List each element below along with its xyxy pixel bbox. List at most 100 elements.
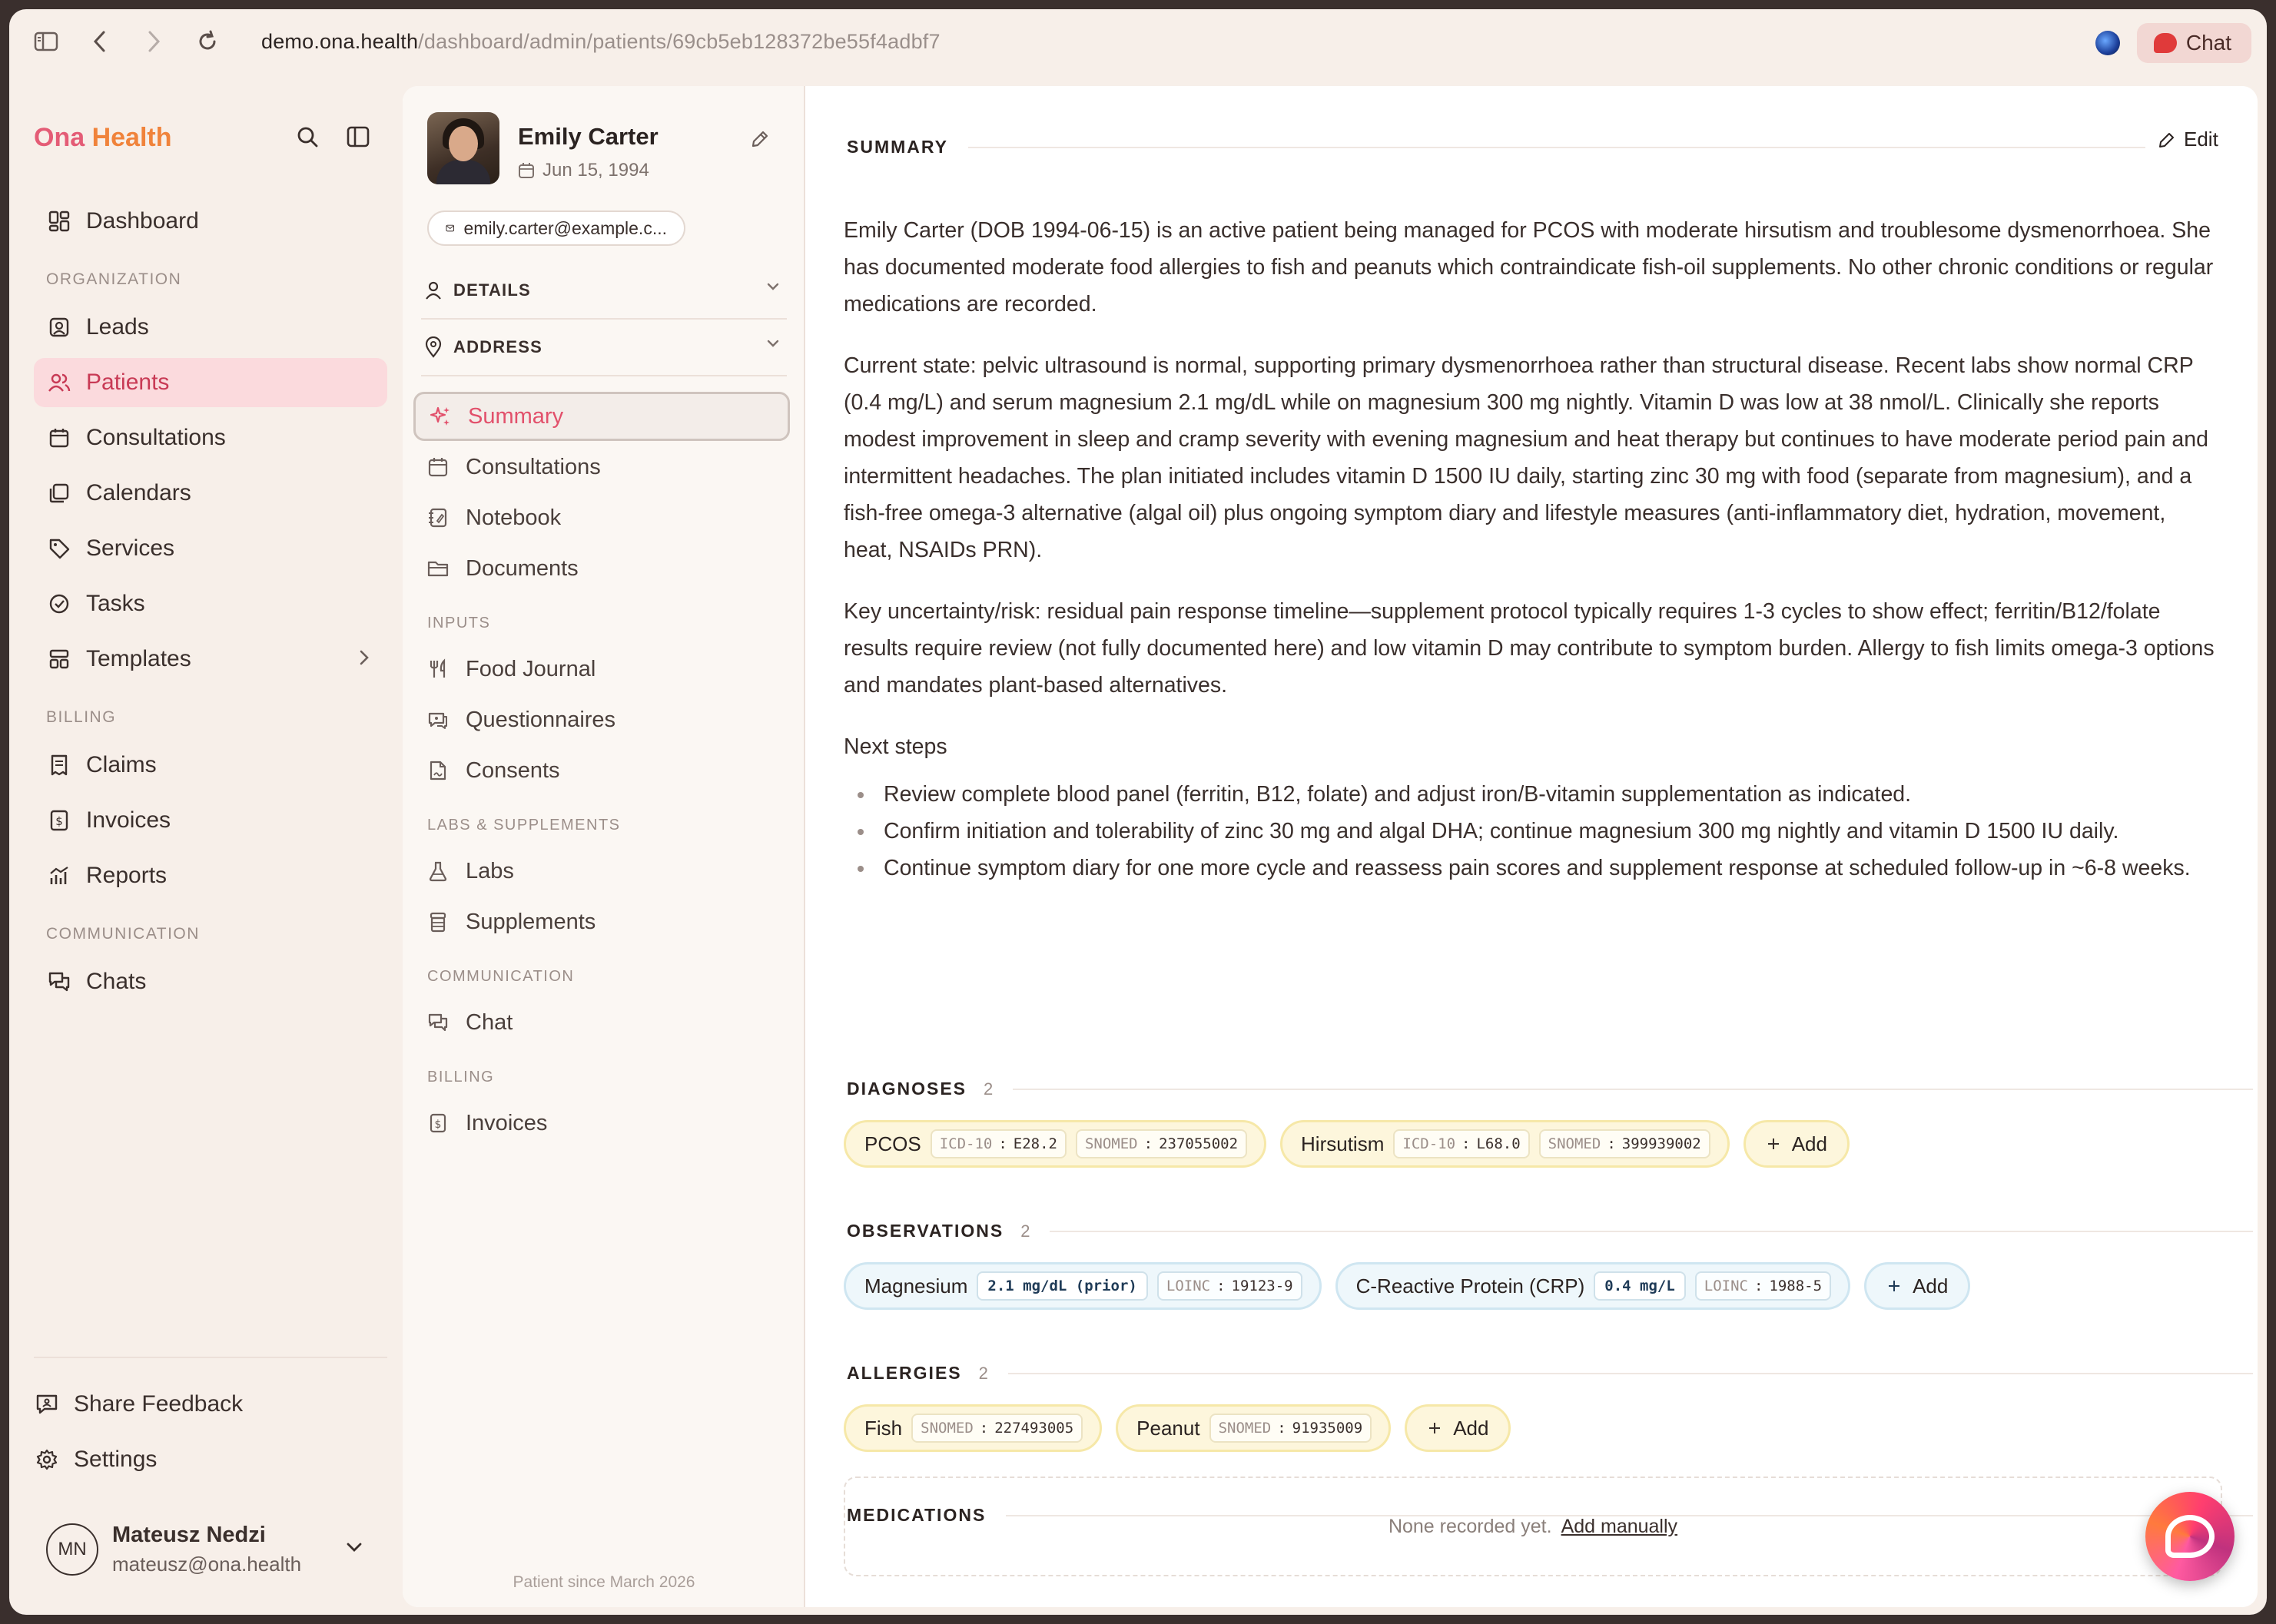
calendar-small-icon (519, 163, 534, 178)
divider (1013, 1088, 2253, 1090)
divider (1050, 1230, 2253, 1232)
observation-value: 0.4 mg/L (1594, 1271, 1686, 1301)
calendar-icon (426, 455, 450, 479)
patient-tab-documents-label: Documents (466, 555, 579, 581)
diagnoses-chips: PCOS ICD-10: E28.2 SNOMED:237055002 Hirsu… (844, 1120, 1850, 1168)
nav-services[interactable]: Services (34, 524, 387, 573)
allergies-count: 2 (978, 1363, 988, 1383)
add-allergy-label: Add (1453, 1416, 1489, 1440)
summary-body: Emily Carter (DOB 1994-06-15) is an acti… (844, 212, 2219, 890)
browser-window: demo.ona.health/dashboard/admin/patients… (9, 9, 2267, 1615)
collapse-sidebar-icon[interactable] (344, 123, 372, 151)
details-accordion[interactable]: DETAILS (421, 263, 787, 318)
summary-content: SUMMARY Edit Emily Carter (DOB 1994-06-1… (805, 86, 2258, 1607)
nav-calendars[interactable]: Calendars (34, 469, 387, 518)
nav-patients-label: Patients (86, 370, 170, 395)
details-label: DETAILS (453, 280, 531, 300)
edit-summary-button[interactable]: Edit (2158, 128, 2218, 151)
patient-tab-notebook[interactable]: Notebook (413, 493, 790, 542)
add-medication-link[interactable]: Add manually (1561, 1516, 1677, 1538)
nav-templates[interactable]: Templates (34, 635, 387, 684)
summary-header: SUMMARY (847, 137, 2145, 157)
add-diagnosis-button[interactable]: Add (1743, 1120, 1850, 1168)
divider (421, 375, 787, 376)
list-item: Confirm initiation and tolerability of z… (844, 816, 2219, 847)
edit-patient-pencil-icon[interactable] (750, 129, 770, 149)
diagnosis-name: Hirsutism (1301, 1132, 1385, 1155)
snomed-code: SNOMED:91935009 (1209, 1414, 1372, 1443)
allergy-chip[interactable]: Peanut SNOMED:91935009 (1116, 1404, 1392, 1452)
nav-invoices[interactable]: $ Invoices (34, 796, 387, 845)
forward-arrow-icon[interactable] (135, 23, 172, 60)
nav-tasks-label: Tasks (86, 591, 145, 616)
add-observation-button[interactable]: Add (1864, 1262, 1971, 1310)
edit-summary-label: Edit (2184, 128, 2218, 151)
nav-patients[interactable]: Patients (34, 358, 387, 407)
allergies-title: ALLERGIES (847, 1363, 962, 1383)
chevron-right-icon (358, 647, 370, 668)
patient-tab-supplements[interactable]: Supplements (413, 897, 790, 946)
nav-settings[interactable]: Settings (22, 1435, 387, 1484)
patient-tab-chat-label: Chat (466, 1009, 513, 1035)
nav-leads[interactable]: Leads (34, 303, 387, 352)
loinc-code: LOINC:1988-5 (1694, 1271, 1832, 1301)
icd-code: ICD-10: E28.2 (930, 1129, 1067, 1158)
summary-paragraph: Emily Carter (DOB 1994-06-15) is an acti… (844, 218, 2214, 317)
nav-share-feedback[interactable]: Share Feedback (22, 1380, 387, 1429)
observations-count: 2 (1020, 1221, 1030, 1241)
nav-dashboard[interactable]: Dashboard (34, 197, 387, 246)
assistant-chat-fab[interactable] (2145, 1492, 2235, 1581)
users-icon (46, 370, 72, 396)
nav-reports[interactable]: Reports (34, 851, 387, 900)
nav-chats[interactable]: Chats (34, 957, 387, 1006)
loinc-code: LOINC:19123-9 (1156, 1271, 1302, 1301)
user-icon (424, 280, 443, 300)
reload-icon[interactable] (189, 23, 226, 60)
summary-paragraph: Current state: pelvic ultrasound is norm… (844, 353, 2208, 562)
questionnaire-icon (426, 708, 450, 732)
tag-icon (46, 535, 72, 562)
address-accordion[interactable]: ADDRESS (421, 320, 787, 375)
patient-tab-documents[interactable]: Documents (413, 544, 790, 593)
allergy-chip[interactable]: Fish SNOMED:227493005 (844, 1404, 1103, 1452)
brand-logo[interactable]: Ona Health (34, 123, 172, 153)
nav-claims[interactable]: Claims (34, 741, 387, 790)
diagnoses-count: 2 (984, 1079, 994, 1099)
patient-tab-consultations[interactable]: Consultations (413, 442, 790, 492)
chat-bubble-icon (2153, 33, 2177, 53)
patient-card: Emily Carter Jun 15, 1994 emily.carter@e… (403, 86, 2258, 1607)
patient-tab-invoices[interactable]: $ Invoices (413, 1099, 790, 1148)
diagnosis-chip[interactable]: PCOS ICD-10: E28.2 SNOMED:237055002 (844, 1120, 1267, 1168)
diagnosis-chip[interactable]: Hirsutism ICD-10: L68.0 SNOMED:399939002 (1280, 1120, 1730, 1168)
add-allergy-button[interactable]: Add (1405, 1404, 1511, 1452)
observation-chip[interactable]: C-Reactive Protein (CRP) 0.4 mg/L LOINC:… (1335, 1262, 1851, 1310)
patient-tab-questionnaires[interactable]: Questionnaires (413, 695, 790, 744)
summary-paragraph: Key uncertainty/risk: residual pain resp… (844, 599, 2215, 698)
patient-tab-chat[interactable]: Chat (413, 998, 790, 1047)
user-menu[interactable]: MN Mateusz Nedzi mateusz@ona.health (46, 1523, 362, 1576)
patient-email-pill[interactable]: emily.carter@example.c... (427, 210, 685, 246)
nav-tasks[interactable]: Tasks (34, 579, 387, 628)
patient-tab-summary[interactable]: Summary (413, 392, 790, 441)
profile-globe-icon[interactable] (2095, 31, 2120, 55)
nav-chats-label: Chats (86, 969, 147, 994)
sidebar-toggle-icon[interactable] (28, 23, 65, 60)
search-icon[interactable] (294, 123, 321, 151)
divider (1007, 1372, 2253, 1374)
patient-tab-labs[interactable]: Labs (413, 847, 790, 896)
calendar-icon (46, 425, 72, 451)
svg-text:$: $ (435, 1119, 442, 1131)
patient-tab-food-journal[interactable]: Food Journal (413, 645, 790, 694)
observation-chip[interactable]: Magnesium 2.1 mg/dL (prior) LOINC:19123-… (844, 1262, 1322, 1310)
back-arrow-icon[interactable] (81, 23, 118, 60)
nav-dashboard-label: Dashboard (86, 208, 199, 234)
nav-consultations[interactable]: Consultations (34, 413, 387, 462)
address-bar[interactable]: demo.ona.health/dashboard/admin/patients… (261, 30, 941, 54)
chats-icon (46, 969, 72, 995)
nav-leads-label: Leads (86, 314, 149, 340)
patient-tab-consents[interactable]: Consents (413, 746, 790, 795)
medications-empty-text: None recorded yet. (1388, 1515, 1552, 1537)
browser-chat-button[interactable]: Chat (2136, 23, 2251, 63)
nav-services-label: Services (86, 535, 175, 561)
sidebar-footer-nav: Share Feedback Settings (34, 1357, 387, 1490)
